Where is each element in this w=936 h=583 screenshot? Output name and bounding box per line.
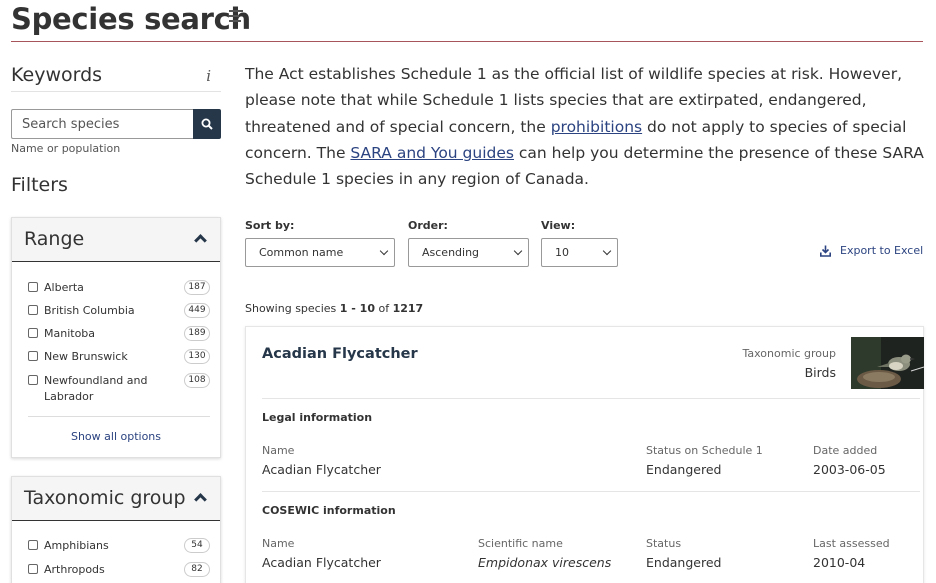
intro-paragraph: The Act establishes Schedule 1 as the of…: [245, 61, 925, 192]
schedule-status-label: Status on Schedule 1: [646, 444, 763, 457]
schedule-status-value: Endangered: [646, 462, 722, 477]
range-option-label: British Columbia: [44, 304, 135, 317]
scientific-name-label: Scientific name: [478, 537, 563, 550]
view-label: View:: [541, 219, 576, 232]
search-hint: Name or population: [11, 142, 121, 155]
chevron-up-icon[interactable]: [194, 234, 207, 247]
checkbox[interactable]: [28, 540, 38, 550]
info-icon[interactable]: i: [206, 67, 211, 85]
scientific-name-value: Empidonax virescens: [478, 555, 612, 570]
species-photo: [851, 337, 924, 389]
cosewic-information-title: COSEWIC information: [262, 504, 396, 517]
chevron-up-icon[interactable]: [194, 493, 207, 506]
count-badge: 54: [184, 538, 210, 553]
results-count-of: of: [374, 302, 393, 315]
sort-by-label: Sort by:: [245, 219, 295, 232]
checkbox[interactable]: [28, 282, 38, 292]
page-header: Species search: [11, 0, 923, 42]
divider: [262, 398, 920, 399]
legal-information-title: Legal information: [262, 411, 373, 424]
results-count-prefix: Showing species: [245, 302, 340, 315]
order-label: Order:: [408, 219, 448, 232]
search-button[interactable]: [193, 109, 221, 139]
chevron-down-icon: [379, 246, 389, 256]
results-range: 1 - 10: [339, 302, 375, 315]
divider: [28, 416, 210, 417]
menu-icon[interactable]: [229, 10, 243, 24]
last-assessed-label: Last assessed: [813, 537, 890, 550]
taxonomic-group-filter-title: Taxonomic group: [24, 487, 186, 509]
prohibitions-link[interactable]: prohibitions: [551, 118, 642, 136]
date-added-label: Date added: [813, 444, 878, 457]
download-icon: [820, 245, 831, 257]
taxonomic-group-option-label: Amphibians: [44, 539, 109, 552]
show-all-options-link[interactable]: Show all options: [12, 430, 220, 443]
search-input[interactable]: [11, 109, 193, 139]
keywords-title: Keywords: [11, 64, 103, 86]
order-select[interactable]: Ascending: [408, 238, 529, 267]
taxonomic-group-filter-header[interactable]: Taxonomic group: [12, 477, 220, 521]
keywords-header: Keywords i: [11, 60, 221, 92]
taxonomic-group-label: Taxonomic group: [742, 347, 836, 360]
count-badge: 189: [184, 326, 210, 341]
count-badge: 130: [184, 349, 210, 364]
cosewic-status-value: Endangered: [646, 555, 722, 570]
chevron-down-icon: [513, 246, 523, 256]
taxonomic-group-filter-panel: Taxonomic group Amphibians 54 Arthropods…: [11, 476, 221, 583]
view-select[interactable]: 10: [541, 238, 618, 267]
taxonomic-group-option-label: Arthropods: [44, 563, 105, 576]
results-total: 1217: [392, 302, 424, 315]
taxonomic-group-value: Birds: [804, 365, 836, 380]
sara-and-you-guides-link[interactable]: SARA and You guides: [350, 144, 514, 162]
range-filter-title: Range: [24, 228, 85, 250]
checkbox[interactable]: [28, 351, 38, 361]
legal-name-value: Acadian Flycatcher: [262, 462, 381, 477]
checkbox[interactable]: [28, 328, 38, 338]
range-option-label: Alberta: [44, 281, 84, 294]
sidebar: Keywords i Name or population Filters Ra…: [11, 60, 221, 583]
range-option-label: Newfoundland and Labrador: [44, 374, 148, 403]
cosewic-status-label: Status: [646, 537, 682, 550]
count-badge: 187: [184, 280, 210, 295]
count-badge: 449: [184, 303, 210, 318]
species-name-link[interactable]: Acadian Flycatcher: [262, 346, 418, 362]
count-badge: 108: [184, 373, 210, 388]
checkbox[interactable]: [28, 375, 38, 385]
cosewic-name-value: Acadian Flycatcher: [262, 555, 381, 570]
search-icon: [201, 118, 213, 130]
legal-name-label: Name: [262, 444, 295, 457]
page-title: Species search: [11, 2, 251, 36]
order-value: Ascending: [422, 246, 480, 259]
results-count: Showing species 1 - 10 of 1217: [245, 302, 423, 315]
checkbox[interactable]: [28, 305, 38, 315]
range-filter-panel: Range Alberta 187 British Columbia 449 M…: [11, 217, 221, 458]
sort-by-select[interactable]: Common name: [245, 238, 395, 267]
export-to-excel-label: Export to Excel: [840, 244, 924, 257]
cosewic-name-label: Name: [262, 537, 295, 550]
species-card: Acadian Flycatcher Taxonomic group Birds…: [245, 326, 924, 583]
last-assessed-value: 2010-04: [813, 555, 866, 570]
count-badge: 82: [184, 562, 210, 577]
divider: [262, 491, 920, 492]
checkbox[interactable]: [28, 564, 38, 574]
date-added-value: 2003-06-05: [813, 462, 886, 477]
range-option-label: Manitoba: [44, 327, 96, 340]
range-filter-header[interactable]: Range: [12, 218, 220, 262]
sort-by-value: Common name: [259, 246, 344, 259]
view-value: 10: [555, 246, 569, 259]
chevron-down-icon: [602, 246, 612, 256]
filters-title: Filters: [11, 174, 68, 196]
range-option-label: New Brunswick: [44, 350, 128, 363]
search-box: [11, 109, 221, 139]
